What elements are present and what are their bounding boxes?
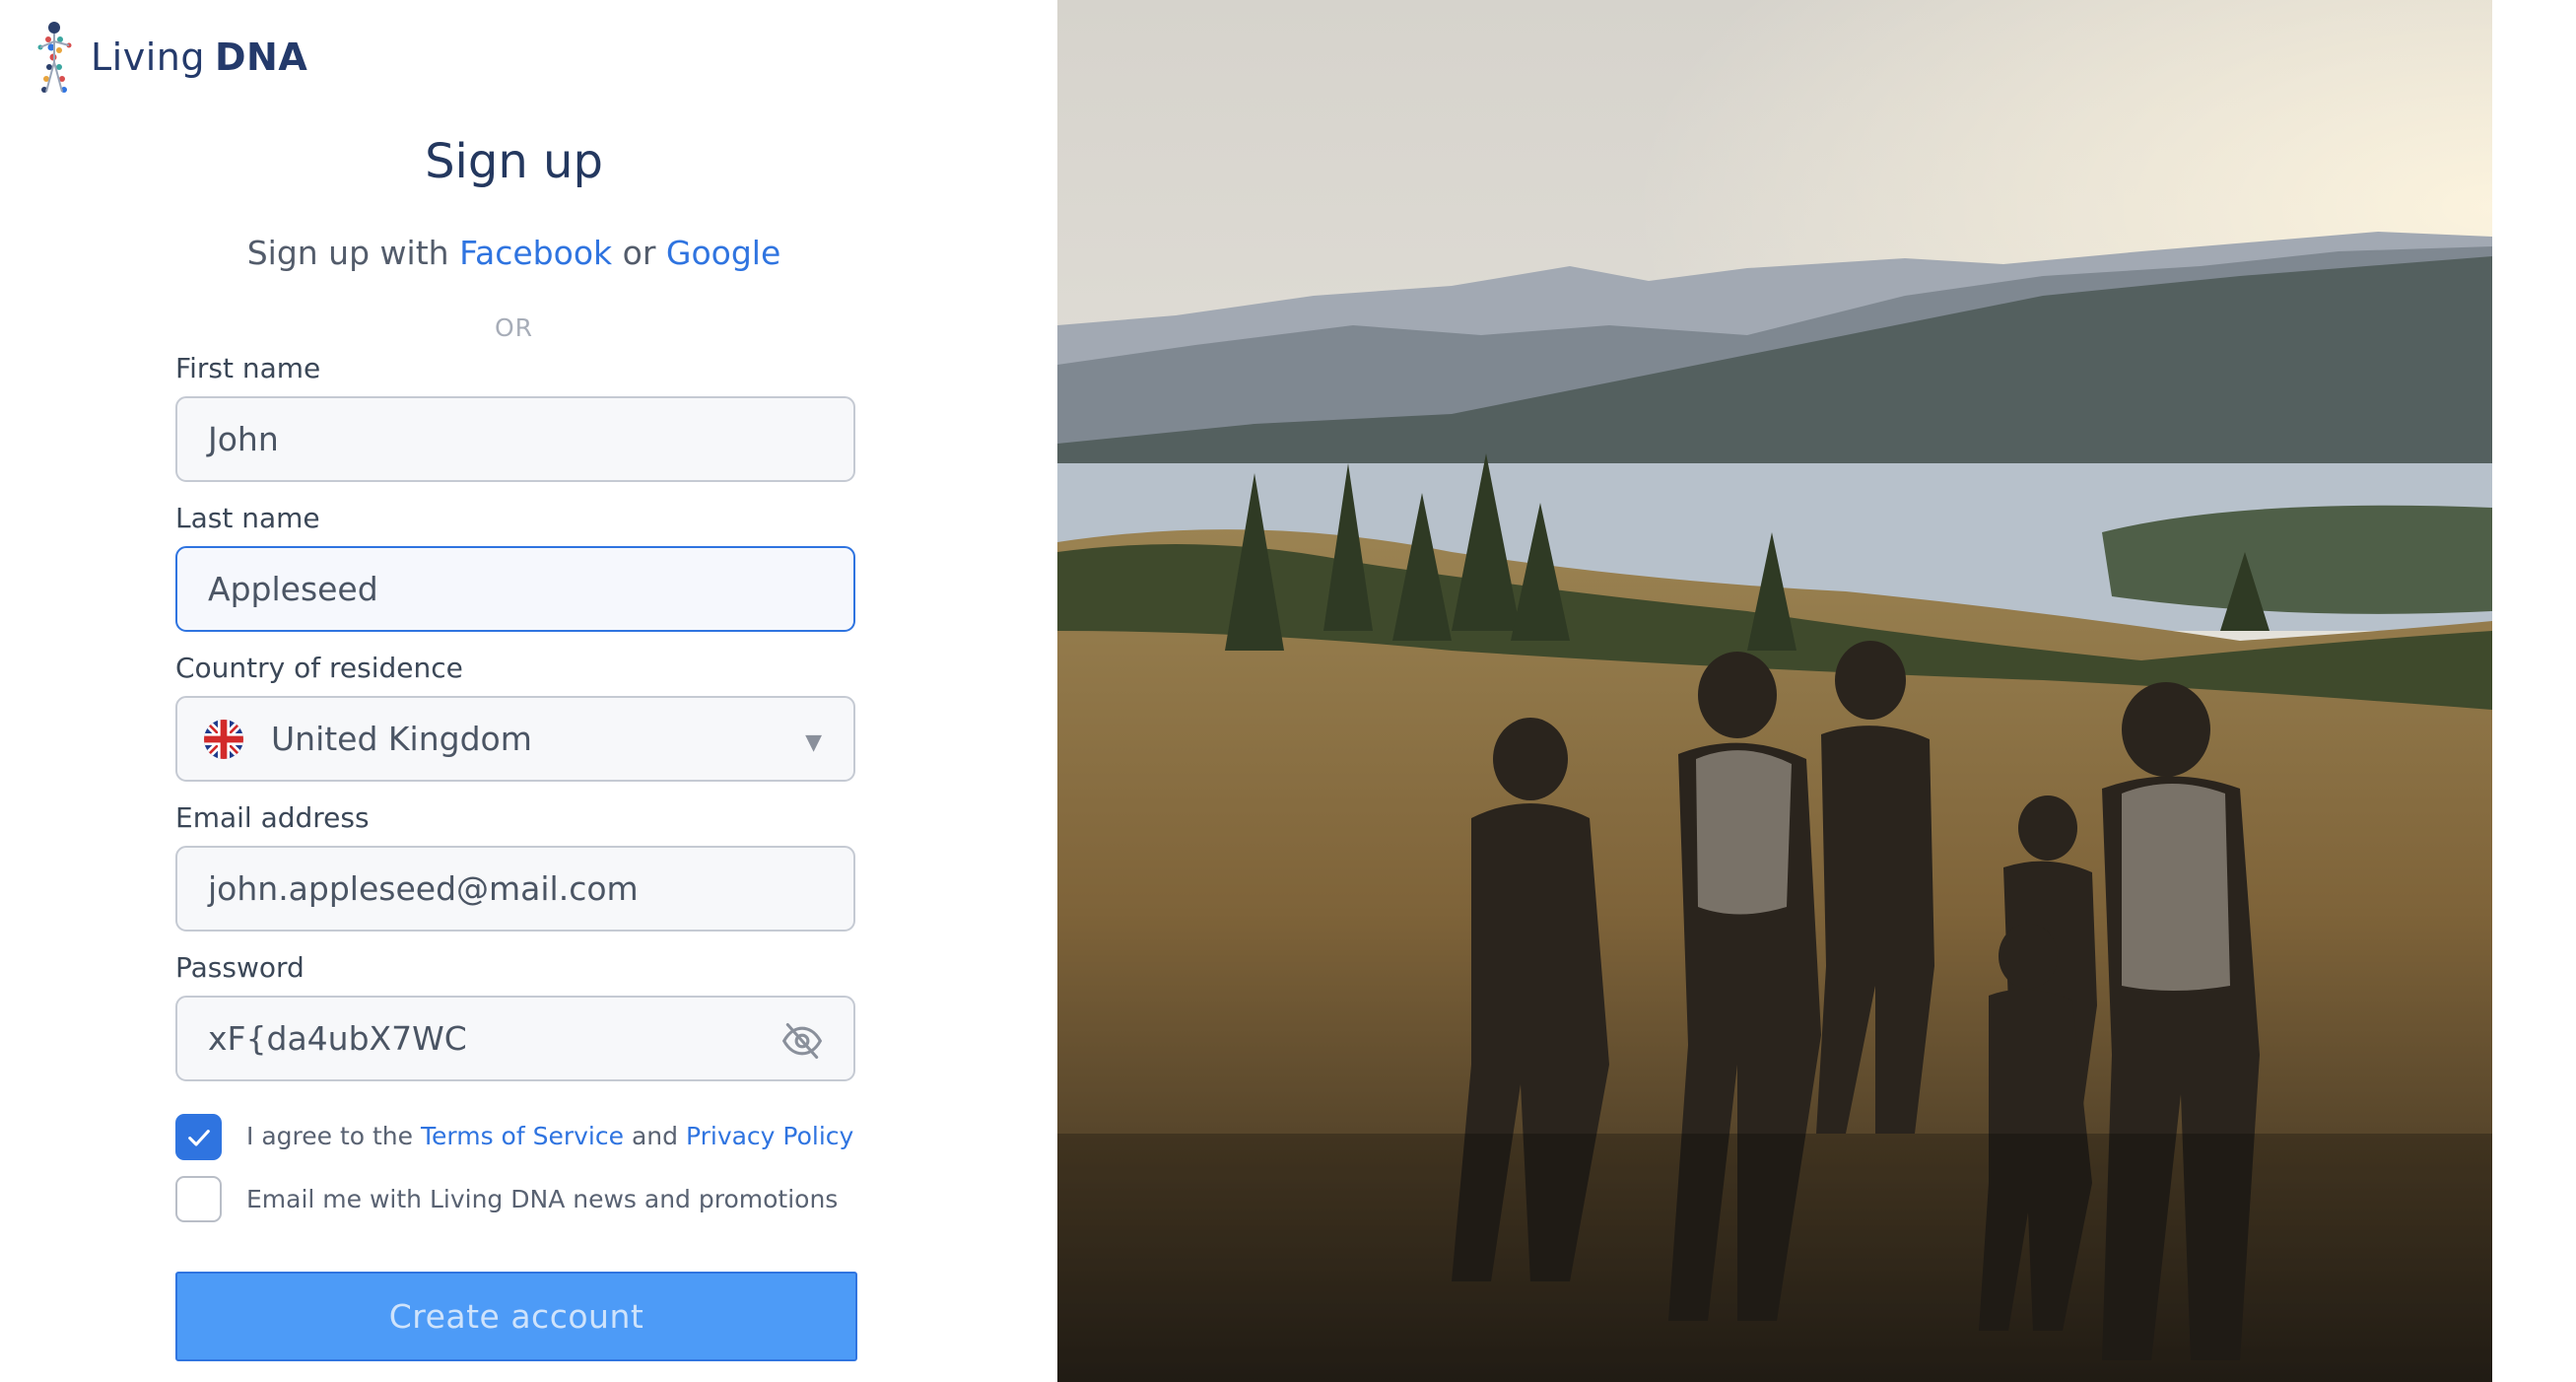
last-name-input[interactable]: Appleseed: [175, 546, 855, 632]
last-name-label: Last name: [175, 502, 320, 534]
page-title: Sign up: [425, 134, 603, 189]
first-name-label: First name: [175, 352, 321, 384]
or-divider: OR: [494, 313, 534, 342]
create-account-button[interactable]: Create account: [175, 1272, 857, 1361]
email-value: john.appleseed@mail.com: [208, 869, 639, 908]
brand-name: Living DNA: [91, 35, 307, 79]
country-value: United Kingdom: [271, 720, 532, 758]
first-name-value: John: [208, 420, 279, 458]
last-name-value: Appleseed: [208, 570, 378, 608]
family-hiking-landscape-photo: [1057, 0, 2492, 1382]
terms-prefix: I agree to the: [246, 1122, 414, 1150]
first-name-input[interactable]: John: [175, 396, 855, 482]
brand-name-light: Living: [91, 35, 205, 79]
password-label: Password: [175, 951, 305, 984]
privacy-policy-link[interactable]: Privacy Policy: [686, 1122, 853, 1150]
brand-name-bold: DNA: [214, 35, 308, 79]
living-dna-logo[interactable]: Living DNA: [30, 18, 307, 97]
chevron-down-icon[interactable]: ▼: [805, 730, 822, 755]
google-link[interactable]: Google: [666, 234, 780, 272]
social-prefix: Sign up with: [246, 234, 449, 272]
newsletter-checkbox[interactable]: [175, 1176, 222, 1222]
social-signup: Sign up with Facebook or Google: [0, 234, 1028, 272]
terms-of-service-link[interactable]: Terms of Service: [421, 1122, 624, 1150]
uk-flag-icon: [204, 719, 243, 759]
dna-figure-icon: [37, 22, 72, 93]
newsletter-text: Email me with Living DNA news and promot…: [246, 1185, 839, 1213]
password-value: xF{da4ubX7WC: [208, 1019, 467, 1058]
facebook-link[interactable]: Facebook: [459, 234, 612, 272]
terms-and: and: [631, 1122, 678, 1150]
country-select[interactable]: United Kingdom ▼: [175, 696, 855, 782]
checkmark-icon: [187, 1129, 210, 1146]
email-label: Email address: [175, 801, 370, 834]
email-input[interactable]: john.appleseed@mail.com: [175, 846, 855, 932]
social-or: or: [622, 234, 656, 272]
terms-text: I agree to the Terms of Service and Priv…: [246, 1122, 853, 1150]
terms-checkbox[interactable]: [175, 1114, 222, 1160]
country-label: Country of residence: [175, 652, 463, 684]
eye-off-icon[interactable]: [780, 1019, 824, 1063]
password-input[interactable]: xF{da4ubX7WC: [175, 996, 855, 1081]
